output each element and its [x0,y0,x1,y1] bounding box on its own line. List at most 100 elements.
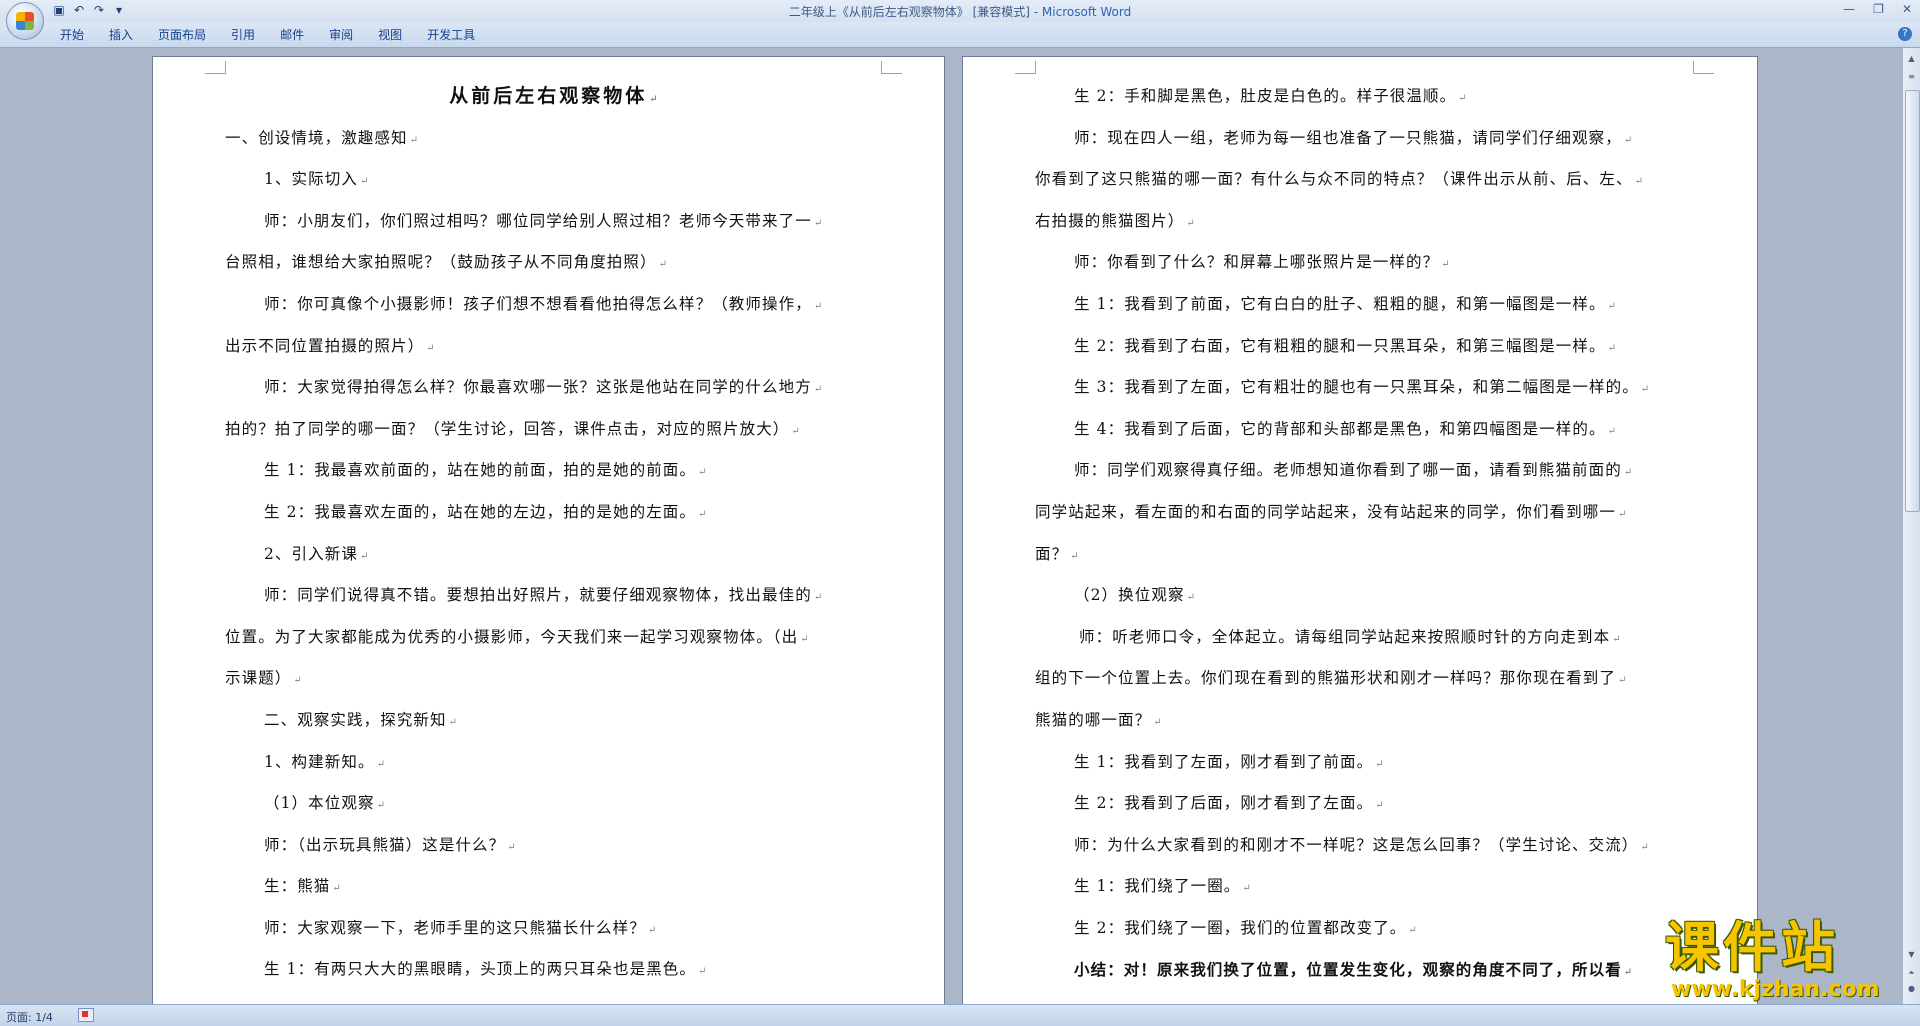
text-line[interactable]: 师：为什么大家看到的和刚才不一样呢？这是怎么回事？（学生讨论、交流） ↵ [1035,825,1695,867]
line-text: 生 4：我看到了后面，它的背部和头部都是黑色，和第四幅图是一样的。 [1074,419,1606,438]
ribbon-tab[interactable]: 页面布局 [148,27,221,43]
paragraph-mark-icon: ↵ [647,924,658,936]
ribbon-tab[interactable]: 开始 [50,27,99,43]
close-icon[interactable]: ✕ [1902,2,1912,16]
ribbon-tab[interactable]: 审阅 [319,27,368,43]
ribbon-tab-row: 开始 插入 页面布局 引用 邮件 审阅 视图 开发工具 ? [0,22,1920,48]
text-line[interactable]: 小结：对！原来我们换了位置，位置发生变化，观察的角度不同了，所以看 ↵ [1035,949,1695,991]
text-line[interactable]: 师：同学们说得真不错。要想拍出好照片，就要仔细观察物体，找出最佳的 ↵ [225,575,885,617]
text-line[interactable]: 生 2：我们绕了一圈，我们的位置都改变了。 ↵ [1035,908,1695,950]
line-text: 师：同学们观察得真仔细。老师想知道你看到了哪一面，请看到熊猫前面的 [1074,461,1622,480]
text-line[interactable]: 生 3：我看到了左面，它有粗壮的腿也有一只黑耳朵，和第二幅图是一样的。 ↵ [1035,367,1695,409]
text-line[interactable]: 师：现在四人一组，老师为每一组也准备了一只熊猫，请同学们仔细观察， ↵ [1035,118,1695,160]
ribbon-tab[interactable]: 插入 [99,27,148,43]
text-line[interactable]: 生 1：我们绕了一圈。 ↵ [1035,866,1695,908]
text-line[interactable]: 生 1：我看到了左面，刚才看到了前面。 ↵ [1035,742,1695,784]
text-line[interactable]: 师：大家观察一下，老师手里的这只熊猫长什么样？ ↵ [225,908,885,950]
scroll-down-icon[interactable]: ▼ [1905,948,1918,962]
help-icon[interactable]: ? [1898,27,1912,41]
text-line[interactable]: 二、观察实践，探究新知 ↵ [225,700,885,742]
line-text: 生 2：手和脚是黑色，肚皮是白色的。样子很温顺。 [1074,87,1457,105]
text-line[interactable]: 同学站起来，看左面的和右面的同学站起来，没有站起来的同学，你们看到哪一 ↵ [1035,492,1695,534]
paragraph-mark-icon: ↵ [813,300,824,312]
text-line[interactable]: 位置。为了大家都能成为优秀的小摄影师，今天我们来一起学习观察物体。（出 ↵ [225,617,885,659]
text-line[interactable]: 台照相，谁想给大家拍照呢？（鼓励孩子从不同角度拍照） ↵ [225,242,885,284]
text-line[interactable]: 生：熊猫 ↵ [225,866,885,908]
text-line[interactable]: 师：同学们观察得真仔细。老师想知道你看到了哪一面，请看到熊猫前面的 ↵ [1035,450,1695,492]
text-line[interactable]: 示课题） ↵ [225,658,885,700]
line-text: 师：同学们说得真不错。要想拍出好照片，就要仔细观察物体，找出最佳的 [264,586,812,605]
paragraph-mark-icon: ↵ [1623,134,1634,146]
paragraph-mark-icon: ↵ [1153,716,1163,728]
text-line[interactable]: 生 2：手和脚是黑色，肚皮是白色的。样子很温顺。 ↵ [1035,76,1695,118]
text-line[interactable]: 右拍摄的熊猫图片） ↵ [1035,201,1695,243]
text-line[interactable]: 师：你可真像个小摄影师！孩子们想不想看看他拍得怎么样？（教师操作， ↵ [225,284,885,326]
text-line[interactable]: 生 1：我最喜欢前面的，站在她的前面，拍的是她的前面。 ↵ [225,450,885,492]
ribbon-tab[interactable]: 开发工具 [417,27,490,43]
text-line[interactable]: 生 2：我最喜欢左面的，站在她的左边，拍的是她的左面。 ↵ [225,492,885,534]
ribbon-tab[interactable]: 引用 [221,27,270,43]
line-text: 师：你看到了什么？和屏幕上哪张照片是一样的？ [1074,253,1440,272]
line-text: 小结：对！原来我们换了位置，位置发生变化，观察的角度不同了，所以看 [1074,960,1622,980]
text-line[interactable]: 生 2：我看到了右面，它有粗粗的腿和一只黑耳朵，和第三幅图是一样。 ↵ [1035,326,1695,368]
text-line[interactable]: 师：（出示玩具熊猫）这是什么？ ↵ [225,825,885,867]
paragraph-mark-icon: ↵ [1607,425,1618,437]
text-line[interactable]: 面？ ↵ [1035,534,1695,576]
text-line[interactable]: 出示不同位置拍摄的照片） ↵ [225,326,885,368]
paragraph-mark-icon: ↵ [1640,841,1650,853]
status-bar: 页面: 1/4 [0,1004,1920,1026]
line-text: 出示不同位置拍摄的照片） [225,336,425,355]
paragraph-mark-icon: ↵ [1623,467,1634,479]
ribbon-tab[interactable]: 邮件 [270,27,319,43]
text-line[interactable]: 组的下一个位置上去。你们现在看到的熊猫形状和刚才一样吗？那你现在看到了 ↵ [1035,658,1695,700]
vertical-scrollbar[interactable]: ▲ ≡ ▼ ⏶ ● [1902,48,1920,1004]
text-line[interactable]: 1、实际切入 ↵ [225,159,885,201]
paragraph-mark-icon: ↵ [813,592,824,604]
app-name: Microsoft Word [1041,5,1132,19]
paragraph-mark-icon: ↵ [1458,93,1468,104]
paragraph-mark-icon: ↵ [359,176,370,188]
office-button[interactable] [6,2,44,40]
text-line[interactable]: 2、引入新课 ↵ [225,534,885,576]
page-1-text[interactable]: 从前后左右观察物体 ↵ 一、创设情境，激趣感知 ↵ 1、实际切入 ↵ 师：小朋友们，你们照过… [225,76,885,991]
line-text: （1）本位观察 [264,794,375,813]
text-line[interactable]: （2）换位观察 ↵ [1035,575,1695,617]
proofing-icon[interactable] [78,1008,94,1022]
text-line[interactable]: 拍的？拍了同学的哪一面？（学生讨论，回答，课件点击，对应的照片放大） ↵ [225,409,885,451]
text-line[interactable]: 生 1：有两只大大的黑眼睛，头顶上的两只耳朵也是黑色。 ↵ [225,949,885,991]
line-text: 师：你可真像个小摄影师！孩子们想不想看看他拍得怎么样？（教师操作， [264,294,812,313]
ruler-toggle-icon[interactable]: ≡ [1905,70,1918,84]
page-count[interactable]: 页面: 1/4 [6,1009,53,1025]
ribbon-tab[interactable]: 视图 [368,27,417,43]
text-line[interactable]: 生 4：我看到了后面，它的背部和头部都是黑色，和第四幅图是一样的。 ↵ [1035,409,1695,451]
text-line[interactable]: 师：听老师口令，全体起立。请每组同学站起来按照顺时针的方向走到本 ↵ [1035,617,1695,659]
text-line[interactable]: 生 1：我看到了前面，它有白白的肚子、粗粗的腿，和第一幅图是一样。 ↵ [1035,284,1695,326]
crop-mark [1015,61,1036,74]
text-line[interactable]: 1、构建新知。 ↵ [225,742,885,784]
scroll-up-icon[interactable]: ▲ [1905,52,1918,66]
browse-object-icon[interactable]: ● [1905,982,1918,996]
text-line[interactable]: （1）本位观察 ↵ [225,783,885,825]
previous-page-icon[interactable]: ⏶ [1905,966,1918,980]
text-line[interactable]: 师：你看到了什么？和屏幕上哪张照片是一样的？ ↵ [1035,242,1695,284]
document-page-1[interactable]: 从前后左右观察物体 ↵ 一、创设情境，激趣感知 ↵ 1、实际切入 ↵ 师：小朋友们，你们照过… [152,56,945,1004]
text-line[interactable]: 熊猫的哪一面？ ↵ [1035,700,1695,742]
paragraph-mark-icon: ↵ [409,134,420,146]
text-line[interactable]: 师：大家觉得拍得怎么样？你最喜欢哪一张？这张是他站在同学的什么地方 ↵ [225,367,885,409]
text-line[interactable]: 从前后左右观察物体 ↵ [225,76,885,118]
crop-mark [205,61,226,74]
document-title: 二年级上《从前后左右观察物体》 [兼容模式] - [788,5,1042,19]
text-line[interactable]: 你看到了这只熊猫的哪一面？有什么与众不同的特点？（课件出示从前、后、左、 ↵ [1035,159,1695,201]
paragraph-mark-icon: ↵ [448,716,459,728]
paragraph-mark-icon: ↵ [649,94,661,105]
line-text: 熊猫的哪一面？ [1035,710,1152,729]
scrollbar-thumb[interactable] [1905,90,1920,512]
minimize-icon[interactable]: — [1843,2,1855,16]
document-page-2[interactable]: 生 2：手和脚是黑色，肚皮是白色的。样子很温顺。 ↵ 师：现在四人一组，老师为每一组… [962,56,1758,1004]
restore-icon[interactable]: ❐ [1873,2,1884,16]
paragraph-mark-icon: ↵ [813,384,824,396]
text-line[interactable]: 师：小朋友们，你们照过相吗？哪位同学给别人照过相？老师今天带来了一 ↵ [225,201,885,243]
page-2-text[interactable]: 生 2：手和脚是黑色，肚皮是白色的。样子很温顺。 ↵ 师：现在四人一组，老师为每一组… [1035,76,1695,991]
text-line[interactable]: 生 2：我看到了后面，刚才看到了左面。 ↵ [1035,783,1695,825]
text-line[interactable]: 一、创设情境，激趣感知 ↵ [225,118,885,160]
